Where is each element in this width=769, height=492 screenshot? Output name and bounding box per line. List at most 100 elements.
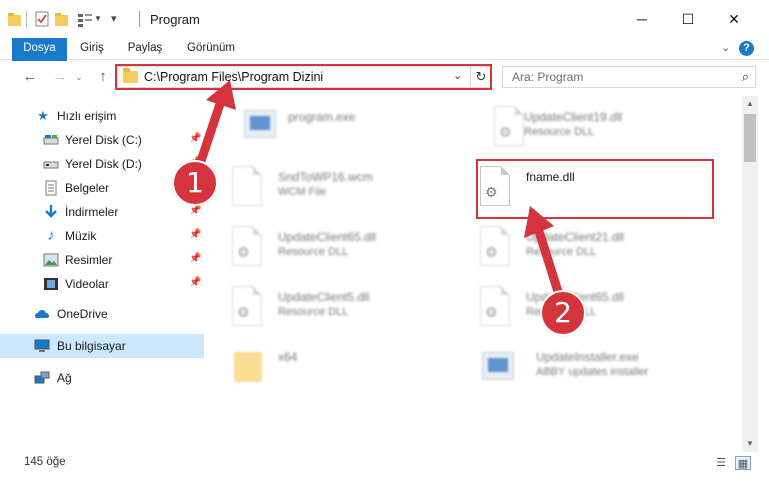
- back-button[interactable]: ←: [20, 67, 40, 87]
- recent-locations-icon[interactable]: ⌄: [69, 67, 89, 87]
- minimize-button[interactable]: ─: [619, 0, 665, 38]
- cloud-icon: [35, 310, 49, 318]
- tab-home[interactable]: Giriş: [72, 38, 112, 60]
- up-button[interactable]: ↑: [93, 67, 113, 87]
- scroll-thumb[interactable]: [744, 114, 756, 162]
- drive-icon: [43, 161, 59, 169]
- file-type: Resource DLL: [278, 246, 349, 258]
- expand-ribbon-icon[interactable]: ⌄: [721, 41, 730, 54]
- file-item[interactable]: SndToWP16.wcm WCM File: [210, 160, 450, 212]
- step-1-badge: 1: [172, 160, 218, 206]
- dll-icon: ⚙: [458, 282, 510, 330]
- sidebar-item-network[interactable]: Ağ: [0, 366, 204, 390]
- window-title: Program: [150, 12, 200, 27]
- search-icon[interactable]: ⌕: [742, 69, 749, 85]
- scroll-down-icon[interactable]: ▼: [742, 436, 758, 452]
- large-icons-view-icon[interactable]: ▦: [735, 456, 751, 470]
- pin-icon[interactable]: 📌: [189, 133, 201, 144]
- file-name: program.exe: [288, 110, 356, 124]
- properties-icon[interactable]: [34, 10, 50, 28]
- installer-icon: [458, 342, 514, 390]
- view-options-icon[interactable]: [76, 10, 94, 28]
- file-item[interactable]: ⚙ UpdateClient21.dll Resource DLL: [458, 220, 698, 272]
- network-icon: [34, 371, 50, 384]
- sidebar-item-label: Hızlı erişim: [57, 109, 117, 123]
- file-type: WCM File: [278, 186, 327, 198]
- maximize-button[interactable]: ☐: [665, 0, 711, 38]
- computer-icon: [34, 339, 50, 352]
- file-name: x64: [278, 350, 298, 364]
- search-input[interactable]: Ara: Program: [512, 70, 583, 84]
- vertical-scrollbar[interactable]: ▲ ▼: [742, 96, 758, 452]
- sidebar-item-label: Ağ: [57, 371, 72, 385]
- dropdown-arrow-icon[interactable]: ▼: [94, 14, 102, 32]
- item-count: 145 öğe: [24, 456, 66, 468]
- navigation-pane: ★ Hızlı erişim Yerel Disk (C:) 📌 Yerel D…: [0, 96, 210, 451]
- help-icon[interactable]: ?: [739, 41, 754, 56]
- forward-button[interactable]: →: [50, 67, 70, 87]
- dll-icon: ⚙: [472, 102, 524, 150]
- customize-toolbar-icon[interactable]: ▾: [111, 12, 117, 30]
- music-icon: ♪: [47, 227, 55, 244]
- sidebar-item-onedrive[interactable]: OneDrive: [0, 302, 204, 326]
- sidebar-item-pictures[interactable]: Resimler 📌: [0, 248, 204, 272]
- ribbon-tabs: Dosya Giriş Paylaş Görünüm ⌄: [0, 38, 769, 90]
- details-view-icon[interactable]: ☰: [713, 456, 729, 470]
- drive-icon: [43, 135, 59, 145]
- file-item[interactable]: x64: [210, 340, 450, 392]
- pin-icon[interactable]: 📌: [189, 229, 201, 240]
- sidebar-item-label: Müzik: [65, 229, 97, 243]
- step-2-badge: 2: [540, 290, 586, 336]
- close-button[interactable]: ✕: [711, 0, 757, 38]
- file-highlight-box: [476, 159, 714, 219]
- sidebar-item-label: Yerel Disk (C:): [65, 133, 142, 147]
- dll-icon: ⚙: [210, 222, 262, 270]
- sidebar-item-videos[interactable]: Videolar 📌: [0, 272, 204, 296]
- sidebar-item-quick-access[interactable]: ★ Hızlı erişim: [0, 104, 204, 128]
- scroll-up-icon[interactable]: ▲: [742, 96, 758, 112]
- file-name: UpdateClient65.dll: [278, 230, 377, 244]
- file-name: UpdateClient19.dll: [524, 110, 623, 124]
- sidebar-item-label: Resimler: [65, 253, 113, 267]
- star-icon: ★: [37, 108, 49, 123]
- sidebar-item-downloads[interactable]: İndirmeler 📌: [0, 200, 204, 224]
- folder-icon: [210, 342, 262, 390]
- sidebar-item-local-disk-c[interactable]: Yerel Disk (C:) 📌: [0, 128, 204, 152]
- file-type: Resource DLL: [278, 306, 349, 318]
- search-box[interactable]: Ara: Program ⌕: [502, 66, 756, 88]
- documents-icon: [45, 180, 57, 196]
- sidebar-item-label: Yerel Disk (D:): [65, 157, 142, 171]
- address-highlight-box: [115, 64, 492, 90]
- pin-icon[interactable]: 📌: [189, 277, 201, 288]
- sidebar-item-label: Videolar: [65, 277, 109, 291]
- videos-icon: [44, 278, 58, 290]
- status-bar: 145 öğe ☰ ▦: [0, 452, 769, 474]
- file-item[interactable]: UpdateInstaller.exe ABBY updates install…: [458, 340, 738, 392]
- dll-icon: ⚙: [458, 222, 510, 270]
- tab-view[interactable]: Görünüm: [180, 38, 242, 60]
- folder-icon: [8, 13, 21, 26]
- exe-icon: [220, 102, 276, 150]
- pin-icon[interactable]: 📌: [189, 205, 201, 216]
- file-name: UpdateClient21.dll: [526, 230, 625, 244]
- sidebar-item-music[interactable]: ♪ Müzik 📌: [0, 224, 204, 248]
- pictures-icon: [43, 253, 59, 267]
- file-type: Resource DLL: [524, 126, 595, 138]
- file-type: Resource DLL: [526, 246, 597, 258]
- file-type: ABBY updates installer: [536, 366, 649, 378]
- download-icon: [45, 205, 57, 218]
- file-item[interactable]: ⚙ UpdateClient19.dll Resource DLL: [472, 100, 712, 152]
- sidebar-item-this-pc[interactable]: Bu bilgisayar: [0, 334, 204, 358]
- file-list: program.exe ⚙ UpdateClient19.dll Resourc…: [210, 96, 740, 451]
- new-folder-icon[interactable]: [54, 10, 70, 28]
- title-bar: ▼ ▾ Program ─ ☐ ✕: [0, 0, 769, 38]
- sidebar-item-label: Belgeler: [65, 181, 110, 195]
- sidebar-item-label: Bu bilgisayar: [57, 339, 126, 353]
- file-item[interactable]: ⚙ UpdateClient5.dll Resource DLL: [210, 280, 450, 332]
- file-item[interactable]: ⚙ UpdateClient65.dll Resource DLL: [210, 220, 450, 272]
- file-item[interactable]: program.exe: [220, 100, 460, 152]
- sidebar-item-label: OneDrive: [57, 307, 108, 321]
- pin-icon[interactable]: 📌: [189, 253, 201, 264]
- title-separator: [139, 11, 140, 27]
- tab-share[interactable]: Paylaş: [122, 38, 168, 60]
